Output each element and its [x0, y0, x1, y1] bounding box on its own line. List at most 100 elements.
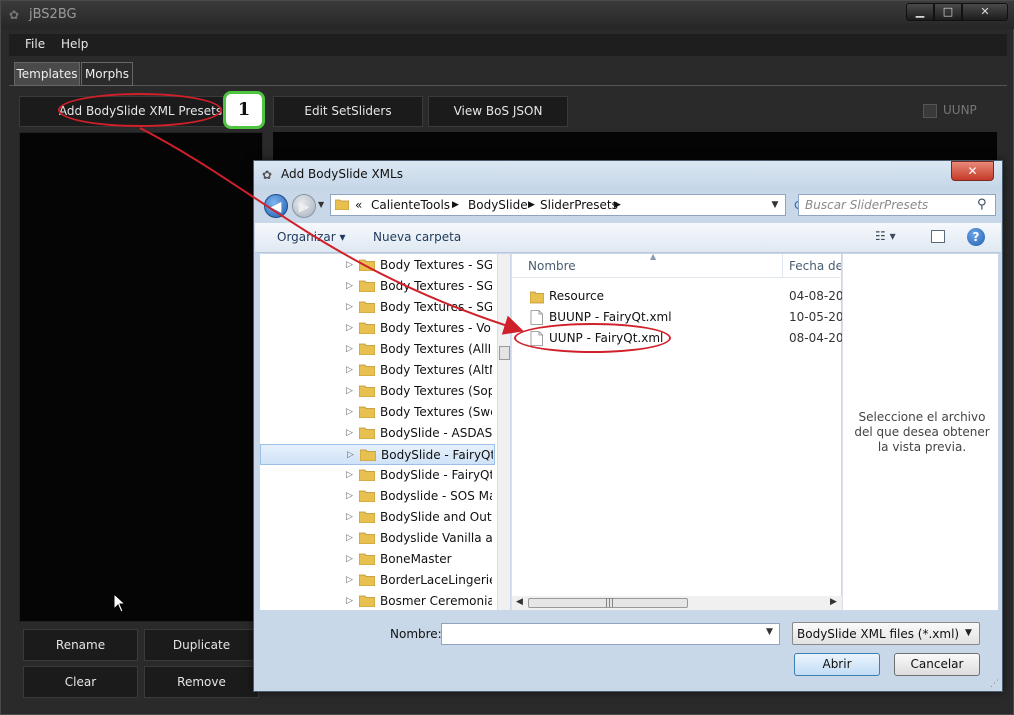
- sidebar-item-folder[interactable]: ▷ Body Textures - SG R: [260, 297, 495, 318]
- navigation-pane: ▷ Body Textures - SG R ▷ Body Textures - SG…: [260, 254, 510, 610]
- sidebar-item-folder[interactable]: ▷ BodySlide - ASDASDF: [260, 423, 495, 444]
- address-bar: ◀ ▶ ▼ « CalienteTools ▶ BodySlide ▶ Slid…: [260, 192, 998, 220]
- breadcrumb-overflow[interactable]: «: [355, 198, 362, 212]
- clear-button[interactable]: Clear: [23, 666, 138, 698]
- maximize-button[interactable]: □: [934, 3, 962, 21]
- expand-arrow-icon[interactable]: ▷: [347, 450, 354, 460]
- sidebar-item-folder[interactable]: ▷ BodySlide and Outfit: [260, 507, 495, 528]
- expand-arrow-icon[interactable]: ▷: [346, 344, 353, 354]
- search-input[interactable]: Buscar SliderPresets ⚲: [798, 194, 996, 216]
- resize-grip-icon[interactable]: ⋰: [990, 679, 999, 689]
- expand-arrow-icon[interactable]: ▷: [346, 596, 353, 606]
- edit-setsliders-button[interactable]: Edit SetSliders: [273, 96, 423, 127]
- sidebar-item-folder[interactable]: ▷ Body Textures - SG R: [260, 276, 495, 297]
- expand-arrow-icon[interactable]: ▷: [346, 533, 353, 543]
- menu-help[interactable]: Help: [61, 37, 88, 51]
- tab-morphs[interactable]: Morphs: [81, 62, 133, 86]
- folder-icon: [359, 364, 375, 376]
- help-icon[interactable]: ?: [967, 228, 985, 246]
- sidebar-item-folder[interactable]: ▷ Body Textures (Soppi: [260, 381, 495, 402]
- filename-input[interactable]: ▼: [441, 623, 780, 645]
- expand-arrow-icon[interactable]: ▷: [346, 365, 353, 375]
- expand-arrow-icon[interactable]: ▷: [346, 386, 353, 396]
- sidebar-item-folder[interactable]: ▷ Body Textures - Vorte: [260, 318, 495, 339]
- sidebar-item-folder[interactable]: ▷ Bosmer Ceremonial A: [260, 591, 495, 612]
- uunp-checkbox[interactable]: [923, 104, 937, 118]
- chevron-right-icon[interactable]: ▶: [452, 200, 459, 210]
- scrollbar-thumb[interactable]: [499, 346, 510, 360]
- forward-arrow-icon[interactable]: ▶: [292, 194, 316, 218]
- folder-name: Body Textures (Sweat: [380, 405, 492, 419]
- chevron-right-icon[interactable]: ▶: [614, 200, 621, 210]
- sidebar-item-folder[interactable]: ▷ Body Textures (AltNa: [260, 360, 495, 381]
- expand-arrow-icon[interactable]: ▷: [346, 554, 353, 564]
- cancel-button[interactable]: Cancelar: [894, 653, 980, 676]
- menu-file[interactable]: File: [25, 37, 45, 51]
- presets-list[interactable]: [19, 132, 263, 622]
- expand-arrow-icon[interactable]: ▷: [346, 302, 353, 312]
- folder-icon: [359, 259, 375, 271]
- close-window-button[interactable]: ✕: [962, 3, 1008, 21]
- column-header-name[interactable]: Nombre: [528, 259, 576, 273]
- scroll-left-icon[interactable]: ◀: [516, 597, 523, 607]
- sidebar-item-folder[interactable]: ▷ Bodyslide Vanilla and: [260, 528, 495, 549]
- dialog-toolbar: Organizar ▾ Nueva carpeta ☷ ▾ ?: [255, 223, 1001, 253]
- sidebar-item-folder[interactable]: ▷ BodySlide - FairyQt: [260, 444, 495, 465]
- expand-arrow-icon[interactable]: ▷: [346, 260, 353, 270]
- scroll-right-icon[interactable]: ▶: [830, 597, 837, 607]
- view-bos-json-button[interactable]: View BoS JSON: [428, 96, 568, 127]
- chevron-down-icon[interactable]: ▼: [767, 197, 783, 213]
- open-button[interactable]: Abrir: [794, 653, 880, 676]
- title-bar[interactable]: ✿ jBS2BG: [1, 1, 1014, 29]
- sidebar-item-folder[interactable]: ▷ BodySlide - FairyQt (: [260, 465, 495, 486]
- column-header-date[interactable]: Fecha de m: [789, 259, 841, 273]
- file-type-select[interactable]: BodySlide XML files (*.xml) ▼: [792, 622, 980, 645]
- expand-arrow-icon[interactable]: ▷: [346, 491, 353, 501]
- duplicate-button[interactable]: Duplicate: [144, 629, 259, 661]
- vertical-scrollbar[interactable]: [497, 254, 510, 610]
- column-divider[interactable]: [782, 254, 783, 278]
- expand-arrow-icon[interactable]: ▷: [346, 407, 353, 417]
- folder-name: Body Textures - Vorte: [380, 321, 492, 335]
- expand-arrow-icon[interactable]: ▷: [346, 428, 353, 438]
- expand-arrow-icon[interactable]: ▷: [346, 470, 353, 480]
- chevron-right-icon[interactable]: ▶: [528, 200, 535, 210]
- dialog-title-bar[interactable]: ✿ Add BodySlide XMLs ✕: [254, 161, 1002, 191]
- expand-arrow-icon[interactable]: ▷: [346, 575, 353, 585]
- rename-button[interactable]: Rename: [23, 629, 138, 661]
- recent-locations-icon[interactable]: ▼: [318, 200, 324, 209]
- breadcrumb[interactable]: « CalienteTools ▶ BodySlide ▶ SliderPres…: [330, 194, 786, 216]
- scrollbar-thumb[interactable]: |||: [528, 598, 688, 608]
- file-name: BUUNP - FairyQt.xml: [549, 310, 672, 324]
- organize-button[interactable]: Organizar ▾: [277, 230, 346, 244]
- new-folder-button[interactable]: Nueva carpeta: [373, 230, 461, 244]
- sidebar-item-folder[interactable]: ▷ Body Textures - SG R: [260, 255, 495, 276]
- tab-templates[interactable]: Templates: [14, 62, 80, 86]
- file-list: Nombre ▲ Fecha de m Resource 04-08-202 BUU…: [511, 252, 842, 610]
- remove-button[interactable]: Remove: [144, 666, 259, 698]
- minimize-button[interactable]: ▁: [906, 3, 934, 21]
- folder-icon: [360, 449, 376, 461]
- dialog-close-button[interactable]: ✕: [951, 161, 994, 181]
- sidebar-item-folder[interactable]: ▷ Body Textures (AllInC: [260, 339, 495, 360]
- sidebar-item-folder[interactable]: ▷ BorderLaceLingerie: [260, 570, 495, 591]
- expand-arrow-icon[interactable]: ▷: [346, 281, 353, 291]
- folder-name: Body Textures (AllInC: [380, 342, 492, 356]
- breadcrumb-item[interactable]: SliderPresets: [540, 198, 618, 212]
- list-item[interactable]: Resource 04-08-202: [512, 286, 842, 307]
- view-options-icon[interactable]: ☷ ▾: [875, 229, 917, 247]
- back-arrow-icon[interactable]: ◀: [264, 194, 288, 218]
- sidebar-item-folder[interactable]: ▷ Body Textures (Sweat: [260, 402, 495, 423]
- preview-pane-icon[interactable]: [931, 230, 945, 243]
- folder-icon: [359, 322, 375, 334]
- search-icon[interactable]: ⚲: [977, 197, 987, 212]
- chevron-down-icon[interactable]: ▼: [766, 627, 773, 637]
- breadcrumb-item[interactable]: CalienteTools: [371, 198, 450, 212]
- expand-arrow-icon[interactable]: ▷: [346, 323, 353, 333]
- expand-arrow-icon[interactable]: ▷: [346, 512, 353, 522]
- horizontal-scrollbar[interactable]: ◀ ||| ▶: [512, 596, 842, 610]
- breadcrumb-item[interactable]: BodySlide: [468, 198, 528, 212]
- sidebar-item-folder[interactable]: ▷ BoneMaster: [260, 549, 495, 570]
- sidebar-item-folder[interactable]: ▷ Bodyslide - SOS Male: [260, 486, 495, 507]
- menu-bar: File Help: [9, 34, 1007, 56]
